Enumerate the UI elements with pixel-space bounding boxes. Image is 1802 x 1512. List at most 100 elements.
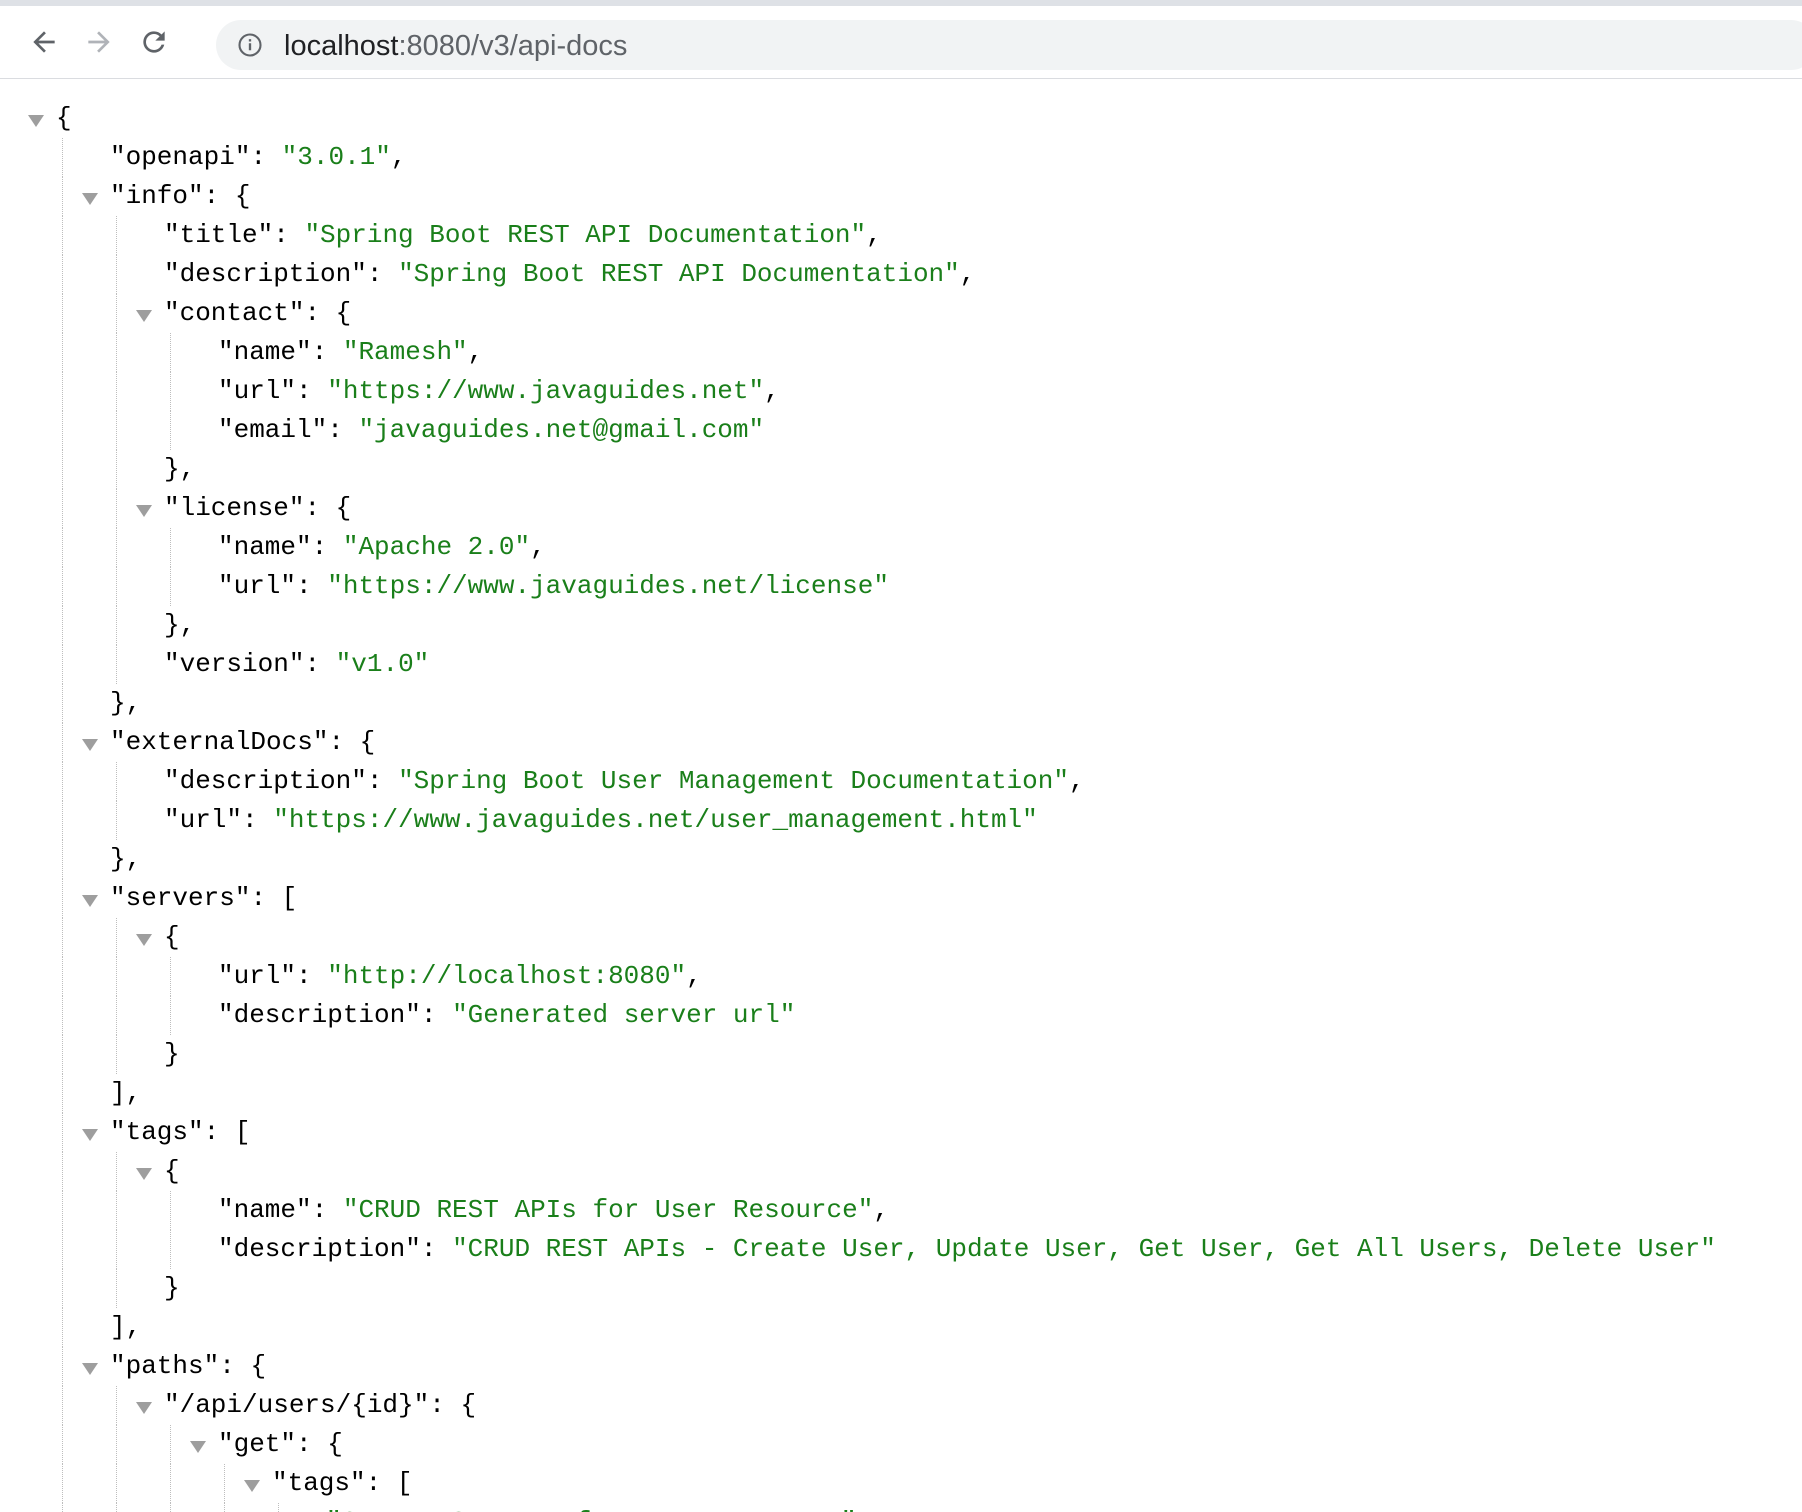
json-punctuation: { (234, 181, 251, 211)
json-punctuation: { (327, 1429, 343, 1459)
json-punctuation: , (873, 1195, 889, 1225)
indent-guide (56, 801, 110, 840)
json-line-content: ], (110, 1312, 141, 1342)
collapse-triangle-icon[interactable] (136, 505, 152, 517)
collapse-triangle-icon[interactable] (190, 1441, 206, 1453)
indent-guide (110, 1425, 164, 1464)
json-key: "version" (164, 649, 305, 679)
indent-guide (56, 1425, 110, 1464)
json-line: "license": { (56, 489, 1716, 528)
collapse-triangle-icon[interactable] (136, 1168, 152, 1180)
json-punctuation: { (359, 727, 376, 757)
indent-guide (56, 684, 110, 723)
forward-button[interactable] (79, 22, 119, 62)
indent-guide (110, 528, 164, 567)
indent-guide (56, 957, 110, 996)
address-bar[interactable]: localhost:8080/v3/api-docs (216, 20, 1802, 70)
json-key: "url" (218, 571, 297, 601)
indent-guide (110, 372, 164, 411)
browser-toolbar: localhost:8080/v3/api-docs (0, 6, 1802, 79)
indent-guide (110, 1191, 164, 1230)
json-key: "email" (218, 415, 328, 445)
indent-guide (56, 528, 110, 567)
json-line-content: "description": "Spring Boot REST API Doc… (164, 259, 976, 289)
json-string-value: "http://localhost:8080" (327, 961, 687, 991)
json-punctuation: }, (110, 844, 142, 874)
json-punctuation: }, (164, 610, 196, 640)
json-string-value: "Ramesh" (342, 337, 468, 367)
json-line: "name": "Ramesh", (56, 333, 1716, 372)
collapse-triangle-icon[interactable] (82, 1363, 98, 1375)
json-line-content: }, (164, 610, 195, 640)
collapse-triangle-icon[interactable] (136, 310, 152, 322)
indent-guide (56, 645, 110, 684)
json-line: "name": "CRUD REST APIs for User Resourc… (56, 1191, 1716, 1230)
json-key: "description" (164, 766, 367, 796)
indent-guide (110, 1035, 164, 1074)
json-line: "description": "CRUD REST APIs - Create … (56, 1230, 1716, 1269)
json-line: "name": "Apache 2.0", (56, 528, 1716, 567)
info-icon[interactable] (236, 31, 264, 59)
json-string-value: "Spring Boot REST API Documentation" (398, 259, 960, 289)
json-line: "externalDocs": { (56, 723, 1716, 762)
json-line: "tags": [ (56, 1113, 1716, 1152)
json-string-value: "Apache 2.0" (342, 532, 531, 562)
json-line-content: "description": "Spring Boot User Managem… (164, 766, 1085, 796)
json-line-content: "url": "https://www.javaguides.net/user_… (164, 805, 1038, 835)
indent-guide (110, 450, 164, 489)
json-string-value: "CRUD REST APIs for User Resource" (342, 1195, 874, 1225)
indent-guide (56, 918, 110, 957)
indent-guide (56, 294, 110, 333)
indent-guide (56, 1191, 110, 1230)
json-key: "servers" (110, 883, 251, 913)
collapse-triangle-icon[interactable] (136, 934, 152, 946)
url-text[interactable]: localhost:8080/v3/api-docs (284, 31, 627, 61)
json-line-content: { (136, 1156, 180, 1186)
json-key: "name" (218, 532, 312, 562)
json-key: "tags" (110, 1117, 204, 1147)
json-line-content: "version": "v1.0" (164, 649, 430, 679)
json-string-value: "3.0.1" (281, 142, 391, 172)
json-line-content: "servers": [ (82, 883, 297, 913)
reload-button[interactable] (134, 22, 174, 62)
json-viewer: {"openapi": "3.0.1", "info": {"title": "S… (0, 79, 1802, 1512)
json-code: {"openapi": "3.0.1", "info": {"title": "S… (28, 99, 1716, 1512)
json-line: "CRUD REST APIs for User Resource" (56, 1503, 1716, 1512)
json-line-content: "url": "https://www.javaguides.net", (218, 376, 780, 406)
back-button[interactable] (24, 22, 64, 62)
json-line: "url": "https://www.javaguides.net/licen… (56, 567, 1716, 606)
json-line-content: "title": "Spring Boot REST API Documenta… (164, 220, 882, 250)
collapse-triangle-icon[interactable] (136, 1402, 152, 1414)
json-line-content: "description": "CRUD REST APIs - Create … (218, 1234, 1716, 1264)
json-punctuation: }, (110, 688, 142, 718)
indent-guide (164, 1230, 218, 1269)
collapse-triangle-icon[interactable] (82, 739, 98, 751)
indent-guide (164, 957, 218, 996)
indent-guide (56, 1464, 110, 1503)
json-punctuation: { (164, 1156, 180, 1186)
collapse-triangle-icon[interactable] (82, 193, 98, 205)
collapse-triangle-icon[interactable] (244, 1480, 260, 1492)
indent-guide (56, 450, 110, 489)
json-key: "paths" (110, 1351, 220, 1381)
collapse-triangle-icon[interactable] (28, 115, 44, 127)
indent-guide (110, 1503, 164, 1512)
json-line-content: "paths": { (82, 1351, 266, 1381)
collapse-triangle-icon[interactable] (82, 895, 98, 907)
collapse-triangle-icon[interactable] (82, 1129, 98, 1141)
indent-guide (56, 840, 110, 879)
json-line-content: "name": "Apache 2.0", (218, 532, 546, 562)
json-key: "url" (218, 961, 297, 991)
json-string-value: "CRUD REST APIs for User Resource" (326, 1507, 857, 1512)
json-punctuation: , (390, 142, 407, 172)
json-key: "description" (164, 259, 367, 289)
indent-guide (164, 1464, 218, 1503)
json-punctuation: , (764, 376, 780, 406)
json-line-content: "info": { (82, 181, 251, 211)
json-key: "url" (218, 376, 297, 406)
json-punctuation: { (164, 922, 180, 952)
indent-guide (56, 567, 110, 606)
json-punctuation: { (460, 1390, 477, 1420)
indent-guide (56, 333, 110, 372)
indent-guide (164, 1191, 218, 1230)
